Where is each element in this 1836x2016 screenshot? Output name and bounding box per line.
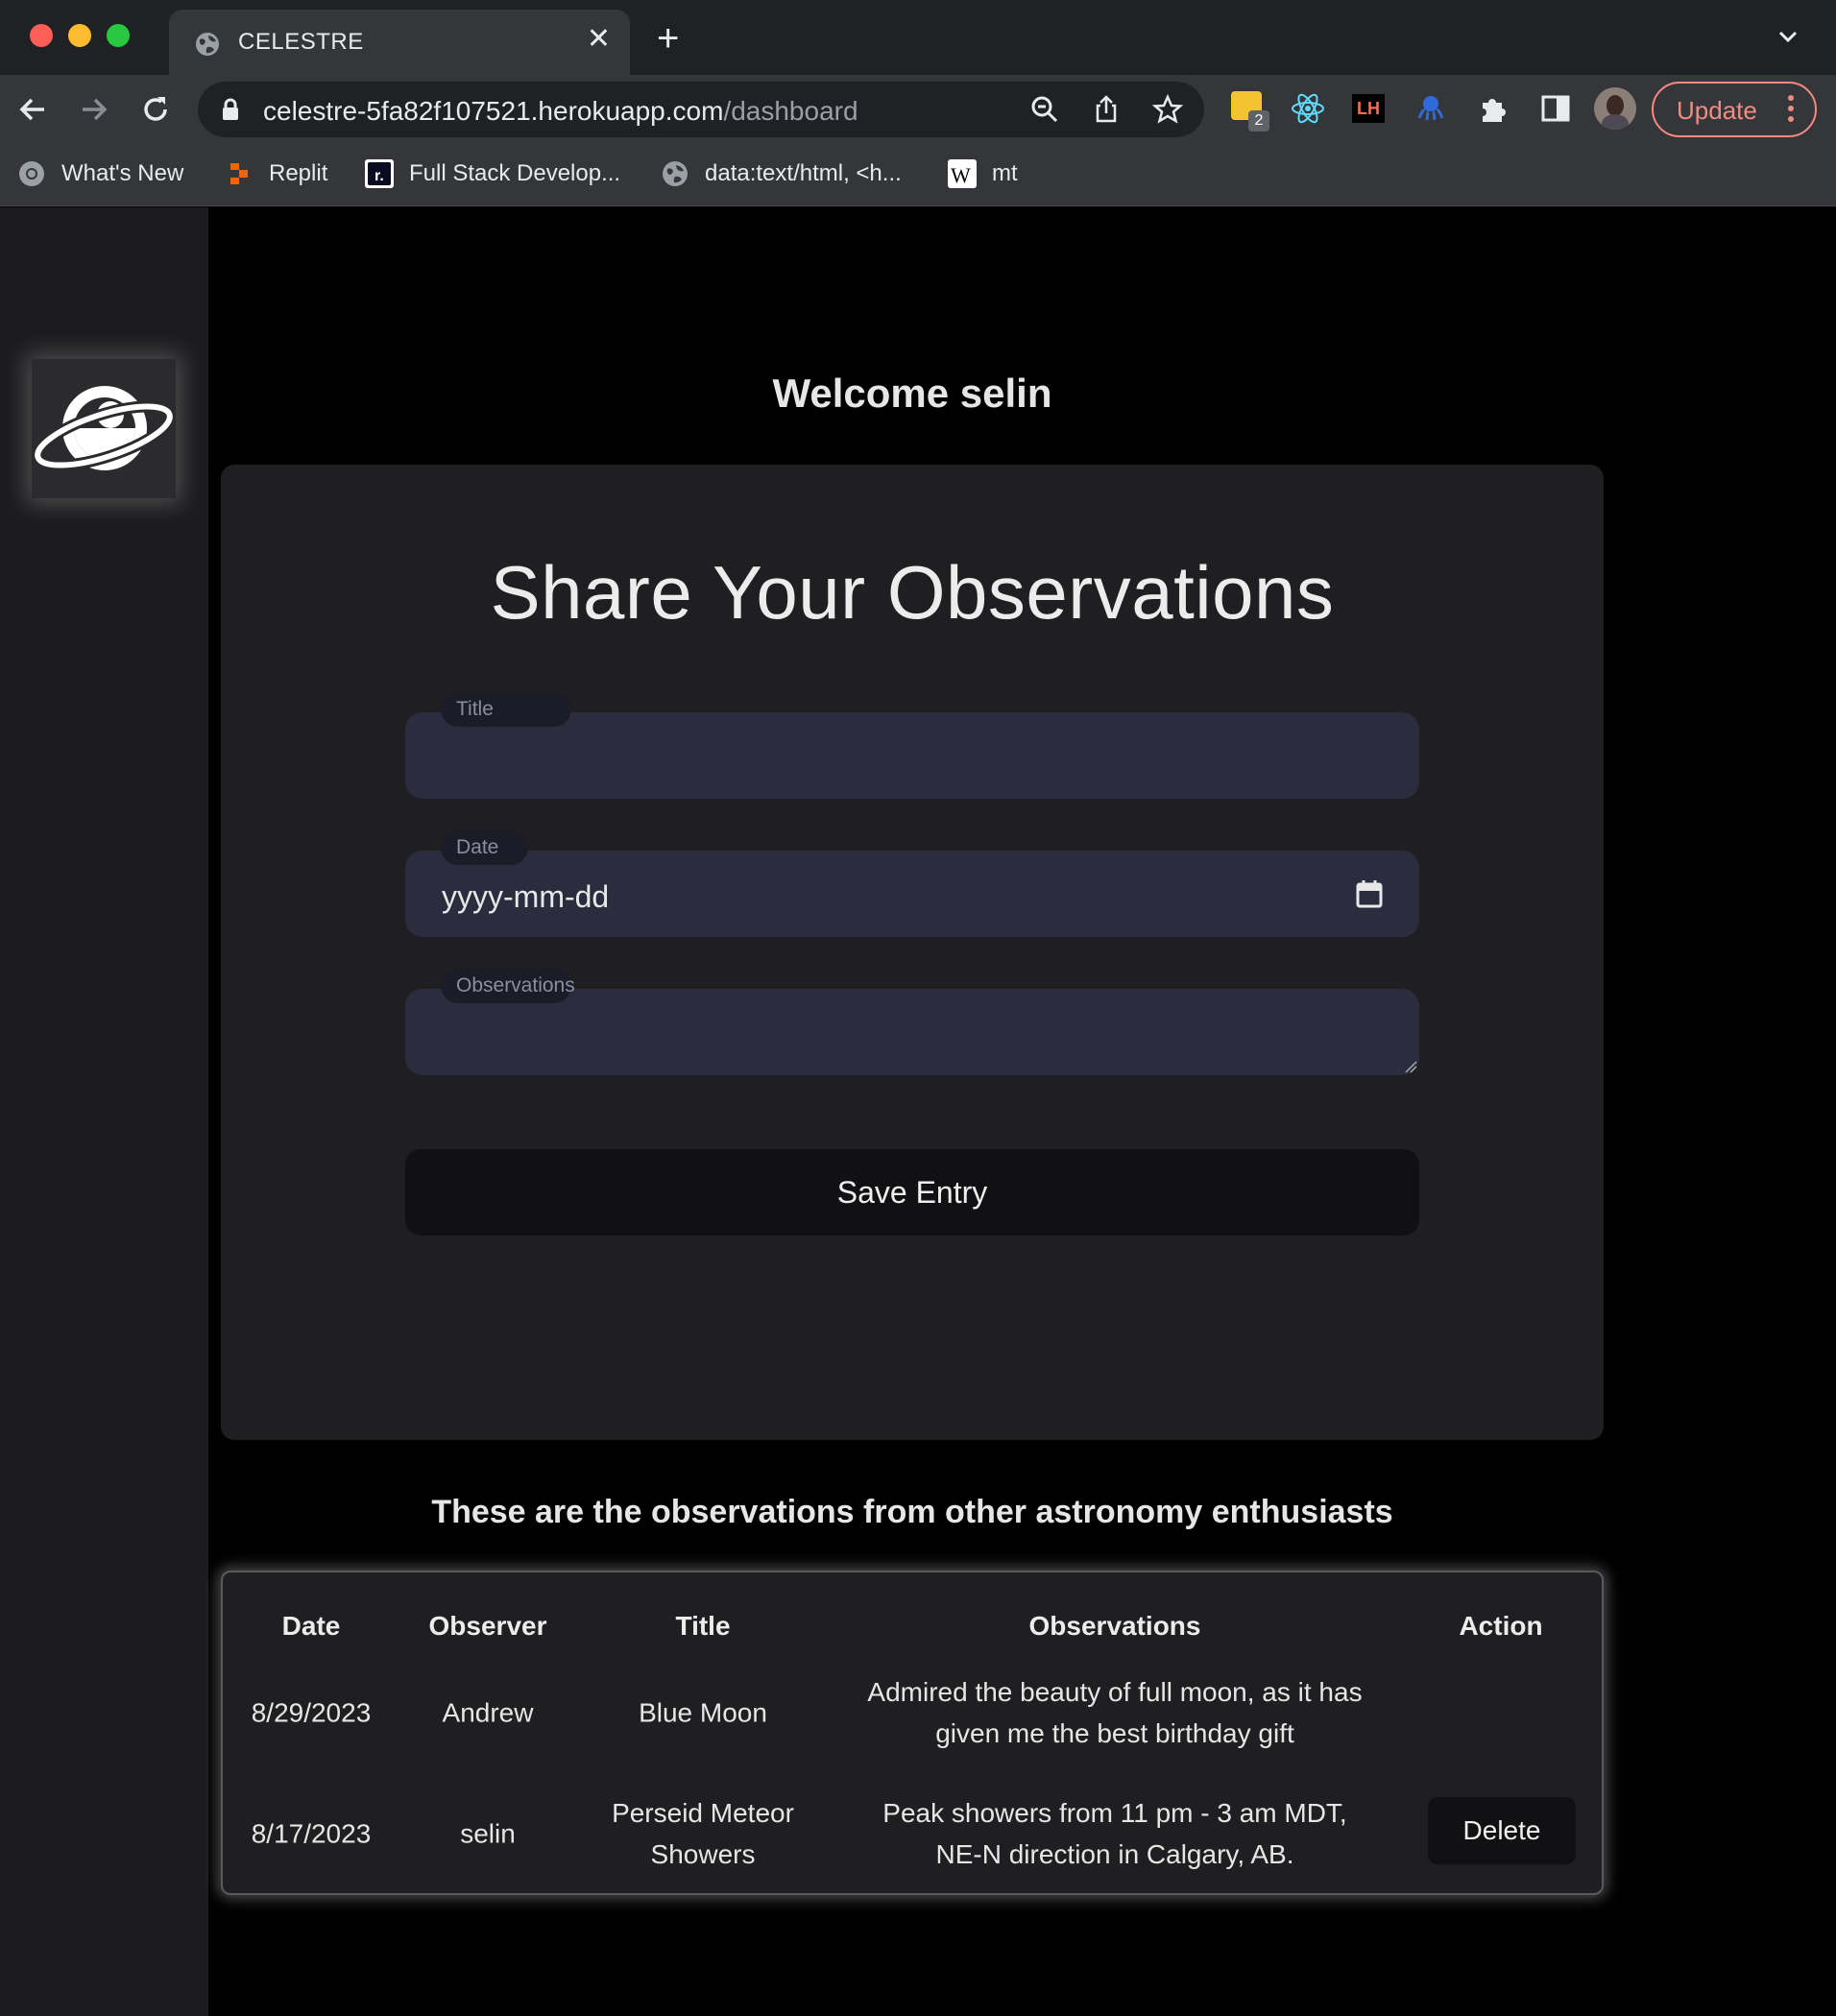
- close-icon[interactable]: ✕: [587, 25, 611, 54]
- chrome-icon: [19, 161, 44, 186]
- table-cell-observations: Peak showers from 11 pm - 3 am MDT, NE-N…: [846, 1792, 1384, 1875]
- observations-table: Date Observer Title Observations Action …: [221, 1571, 1604, 1895]
- tab-strip: CELESTRE ✕ +: [0, 0, 1836, 75]
- tab-title: CELESTRE: [238, 29, 364, 55]
- tab-celestre[interactable]: CELESTRE ✕: [169, 10, 630, 75]
- wikipedia-icon: W: [948, 159, 977, 188]
- globe-icon: [196, 33, 219, 56]
- sidebar: [0, 207, 208, 2016]
- table-cell-title: Blue Moon: [639, 1697, 767, 1728]
- svg-text:r.: r.: [374, 168, 384, 184]
- globe-icon: [663, 161, 688, 186]
- observations-label: Observations: [441, 969, 575, 1003]
- bookmark-full-stack[interactable]: r. Full Stack Develop...: [365, 156, 620, 191]
- main-content: Welcome selin Share Your Observations Ti…: [208, 207, 1836, 2016]
- url-text: celestre-5fa82f107521.herokuapp.com/dash…: [263, 96, 858, 126]
- back-arrow-icon[interactable]: [15, 92, 50, 127]
- extension-notes-icon[interactable]: 2: [1229, 89, 1269, 132]
- reload-icon[interactable]: [138, 92, 173, 127]
- octopus-extension-icon[interactable]: [1412, 89, 1450, 128]
- table-cell-observations: Admired the beauty of full moon, as it h…: [846, 1671, 1384, 1754]
- column-header-title[interactable]: Title: [675, 1611, 730, 1642]
- delete-button[interactable]: Delete: [1428, 1797, 1576, 1864]
- table-cell-title: Perseid Meteor Showers: [588, 1792, 818, 1875]
- side-panel-icon[interactable]: [1536, 89, 1575, 128]
- new-tab-icon[interactable]: +: [657, 19, 679, 58]
- observation-line: Peak showers from 11 pm - 3 am MDT,: [882, 1798, 1347, 1828]
- table-cell-observer: Andrew: [442, 1697, 534, 1728]
- chevron-down-icon[interactable]: [1776, 25, 1800, 48]
- bookmarks-bar: What's New Replit r. Full Stack Develop.…: [0, 144, 1836, 206]
- forward-arrow-icon[interactable]: [77, 92, 111, 127]
- bookmark-whats-new[interactable]: What's New: [17, 156, 183, 191]
- date-placeholder: yyyy-mm-dd: [442, 879, 610, 914]
- planet-eye-logo-icon: [32, 386, 176, 471]
- save-entry-button[interactable]: Save Entry: [405, 1149, 1419, 1236]
- bookmark-star-icon[interactable]: [1152, 94, 1183, 125]
- column-header-action[interactable]: Action: [1459, 1611, 1542, 1642]
- observation-form-card: Share Your Observations Title yyyy-mm-dd…: [221, 465, 1604, 1440]
- lighthouse-icon[interactable]: LH: [1352, 94, 1385, 123]
- table-cell-date: 8/17/2023: [251, 1818, 372, 1849]
- title-label: Title: [441, 692, 571, 727]
- browser-toolbar: celestre-5fa82f107521.herokuapp.com/dash…: [0, 75, 1836, 144]
- extensions-puzzle-icon[interactable]: [1475, 89, 1513, 128]
- replit-icon: [230, 163, 248, 184]
- form-heading: Share Your Observations: [490, 550, 1335, 635]
- table-cell-date: 8/29/2023: [251, 1697, 372, 1728]
- observation-line: given me the best birthday gift: [935, 1718, 1294, 1748]
- window-minimize-button[interactable]: [68, 24, 91, 47]
- date-label: Date: [441, 830, 528, 865]
- bookmark-replit[interactable]: Replit: [225, 156, 327, 191]
- bookmark-mt[interactable]: W mt: [948, 156, 1018, 191]
- address-bar[interactable]: celestre-5fa82f107521.herokuapp.com/dash…: [198, 82, 1204, 137]
- observations-table-heading: These are the observations from other as…: [431, 1494, 1393, 1530]
- table-cell-observer: selin: [460, 1818, 516, 1849]
- column-header-date[interactable]: Date: [282, 1611, 341, 1642]
- freecodecamp-icon: r.: [365, 159, 394, 188]
- extension-badge: 2: [1248, 110, 1269, 132]
- avatar[interactable]: [1594, 87, 1636, 130]
- title-line: Perseid Meteor: [612, 1798, 794, 1828]
- update-button[interactable]: Update: [1652, 82, 1817, 137]
- bookmark-data-html[interactable]: data:text/html, <h...: [661, 156, 902, 191]
- update-label: Update: [1677, 96, 1757, 125]
- column-header-observer[interactable]: Observer: [429, 1611, 547, 1642]
- column-header-observations[interactable]: Observations: [1029, 1611, 1201, 1642]
- more-menu-icon: [1788, 95, 1794, 127]
- window-close-button[interactable]: [30, 24, 53, 47]
- zoom-icon[interactable]: [1029, 94, 1060, 125]
- react-devtools-icon[interactable]: [1289, 89, 1327, 128]
- date-input[interactable]: yyyy-mm-dd: [405, 851, 1419, 937]
- svg-text:W: W: [951, 163, 971, 187]
- title-line: Showers: [650, 1839, 756, 1869]
- share-icon[interactable]: [1091, 94, 1122, 125]
- browser-chrome: CELESTRE ✕ + celestre-5fa82f107521.herok…: [0, 0, 1836, 206]
- lock-icon[interactable]: [221, 98, 240, 121]
- window-zoom-button[interactable]: [107, 24, 130, 47]
- celestre-logo[interactable]: [32, 359, 176, 498]
- observation-line: NE-N direction in Calgary, AB.: [935, 1839, 1294, 1869]
- welcome-heading: Welcome selin: [772, 371, 1052, 416]
- calendar-icon[interactable]: [1356, 879, 1383, 908]
- resize-grip-icon[interactable]: [1404, 1060, 1417, 1073]
- observation-line: Admired the beauty of full moon, as it h…: [867, 1677, 1363, 1707]
